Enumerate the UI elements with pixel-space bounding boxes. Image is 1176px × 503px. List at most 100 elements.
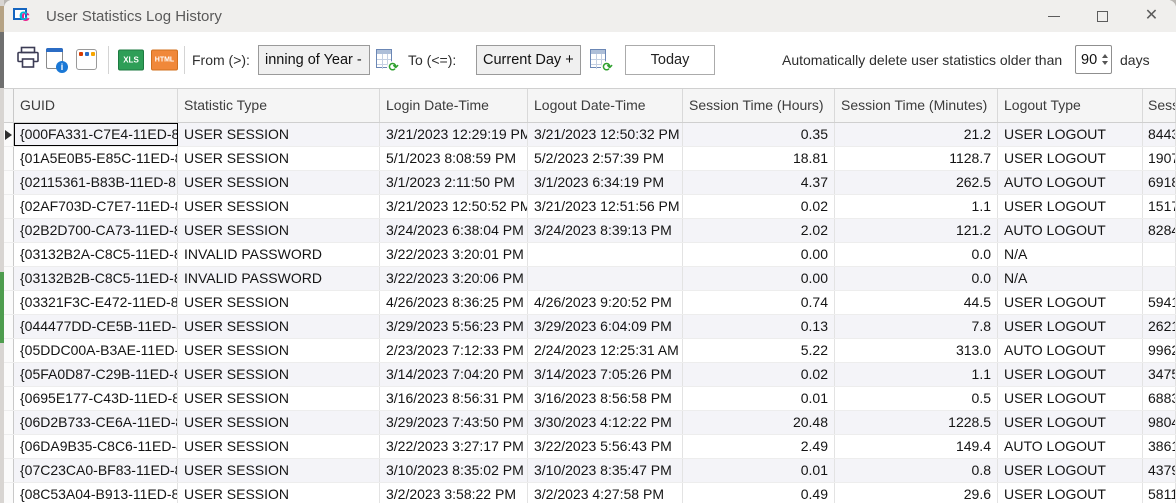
table-row[interactable]: {03321F3C-E472-11ED-8USER SESSION4/26/20…: [4, 291, 1176, 315]
cell-login[interactable]: 3/29/2023 5:56:23 PM: [380, 315, 528, 338]
column-header-hours[interactable]: Session Time (Hours): [683, 89, 835, 122]
minimize-button[interactable]: [1029, 0, 1078, 32]
cell-login[interactable]: 2/23/2023 7:12:33 PM: [380, 339, 528, 362]
cell-logout[interactable]: 3/1/2023 6:34:19 PM: [528, 171, 683, 194]
cell-logout_type[interactable]: USER LOGOUT: [998, 147, 1143, 170]
column-header-logout_type[interactable]: Logout Type: [998, 89, 1143, 122]
cell-logout_type[interactable]: USER LOGOUT: [998, 363, 1143, 386]
cell-login[interactable]: 4/26/2023 8:36:25 PM: [380, 291, 528, 314]
cell-logout[interactable]: 3/30/2023 4:12:22 PM: [528, 411, 683, 434]
cell-statistic_type[interactable]: USER SESSION: [178, 483, 380, 503]
cell-guid[interactable]: {02115361-B83B-11ED-8: [14, 171, 178, 194]
table-row[interactable]: {07C23CA0-BF83-11ED-8USER SESSION3/10/20…: [4, 459, 1176, 483]
cell-login[interactable]: 3/10/2023 8:35:02 PM: [380, 459, 528, 482]
cell-minutes[interactable]: 0.0: [835, 243, 998, 266]
cell-logout_type[interactable]: AUTO LOGOUT: [998, 171, 1143, 194]
cell-minutes[interactable]: 1228.5: [835, 411, 998, 434]
cell-sess[interactable]: 9804: [1143, 411, 1176, 434]
row-indicator[interactable]: [4, 195, 14, 218]
cell-logout_type[interactable]: AUTO LOGOUT: [998, 339, 1143, 362]
cell-login[interactable]: 3/21/2023 12:50:52 PM: [380, 195, 528, 218]
cell-logout[interactable]: 3/16/2023 8:56:58 PM: [528, 387, 683, 410]
cell-hours[interactable]: 0.00: [683, 243, 835, 266]
cell-hours[interactable]: 2.49: [683, 435, 835, 458]
cell-sess[interactable]: 5941: [1143, 291, 1176, 314]
table-row[interactable]: {02B2D700-CA73-11ED-8USER SESSION3/24/20…: [4, 219, 1176, 243]
export-xls-button[interactable]: XLS: [118, 50, 144, 71]
cell-sess[interactable]: 3475: [1143, 363, 1176, 386]
cell-logout[interactable]: 3/10/2023 8:35:47 PM: [528, 459, 683, 482]
print-button[interactable]: [16, 47, 40, 74]
cell-logout[interactable]: 3/22/2023 5:56:43 PM: [528, 435, 683, 458]
cell-hours[interactable]: 0.02: [683, 195, 835, 218]
cell-login[interactable]: 3/14/2023 7:04:20 PM: [380, 363, 528, 386]
cell-statistic_type[interactable]: USER SESSION: [178, 171, 380, 194]
cell-logout[interactable]: [528, 243, 683, 266]
cell-login[interactable]: 5/1/2023 8:08:59 PM: [380, 147, 528, 170]
cell-sess[interactable]: 1517: [1143, 195, 1176, 218]
cell-minutes[interactable]: 0.8: [835, 459, 998, 482]
cell-minutes[interactable]: 262.5: [835, 171, 998, 194]
cell-statistic_type[interactable]: USER SESSION: [178, 219, 380, 242]
cell-guid[interactable]: {05DDC00A-B3AE-11ED-8: [14, 339, 178, 362]
cell-guid[interactable]: {03132B2A-C8C5-11ED-8: [14, 243, 178, 266]
row-indicator[interactable]: [4, 411, 14, 434]
cell-logout_type[interactable]: AUTO LOGOUT: [998, 219, 1143, 242]
cell-login[interactable]: 3/2/2023 3:58:22 PM: [380, 483, 528, 503]
table-row[interactable]: {000FA331-C7E4-11ED-8USER SESSION3/21/20…: [4, 123, 1176, 147]
row-indicator[interactable]: [4, 459, 14, 482]
maximize-button[interactable]: [1078, 0, 1127, 32]
cell-logout_type[interactable]: USER LOGOUT: [998, 123, 1143, 146]
row-indicator[interactable]: [4, 123, 14, 146]
cell-logout_type[interactable]: USER LOGOUT: [998, 315, 1143, 338]
cell-logout[interactable]: 3/21/2023 12:50:32 PM: [528, 123, 683, 146]
export-html-button[interactable]: HTML: [151, 50, 178, 71]
table-row[interactable]: {0695E177-C43D-11ED-8USER SESSION3/16/20…: [4, 387, 1176, 411]
cell-logout_type[interactable]: USER LOGOUT: [998, 459, 1143, 482]
cell-hours[interactable]: 0.00: [683, 267, 835, 290]
column-header-guid[interactable]: GUID: [14, 89, 178, 122]
cell-minutes[interactable]: 0.5: [835, 387, 998, 410]
table-row[interactable]: {044477DD-CE5B-11ED-8USER SESSION3/29/20…: [4, 315, 1176, 339]
table-row[interactable]: {06D2B733-CE6A-11ED-8USER SESSION3/29/20…: [4, 411, 1176, 435]
cell-logout[interactable]: 3/24/2023 8:39:13 PM: [528, 219, 683, 242]
cell-logout_type[interactable]: USER LOGOUT: [998, 483, 1143, 503]
cell-login[interactable]: 3/29/2023 7:43:50 PM: [380, 411, 528, 434]
row-indicator[interactable]: [4, 219, 14, 242]
cell-logout_type[interactable]: AUTO LOGOUT: [998, 435, 1143, 458]
cell-logout[interactable]: 3/14/2023 7:05:26 PM: [528, 363, 683, 386]
cell-logout_type[interactable]: USER LOGOUT: [998, 291, 1143, 314]
close-button[interactable]: ✕: [1127, 0, 1176, 32]
cell-minutes[interactable]: 21.2: [835, 123, 998, 146]
cell-hours[interactable]: 0.74: [683, 291, 835, 314]
cell-logout[interactable]: 2/24/2023 12:25:31 AM: [528, 339, 683, 362]
print-preview-button[interactable]: i: [46, 48, 66, 72]
cell-minutes[interactable]: 44.5: [835, 291, 998, 314]
cell-sess[interactable]: [1143, 267, 1176, 290]
cell-logout[interactable]: 4/26/2023 9:20:52 PM: [528, 291, 683, 314]
table-row[interactable]: {01A5E0B5-E85C-11ED-8USER SESSION5/1/202…: [4, 147, 1176, 171]
cell-logout_type[interactable]: N/A: [998, 243, 1143, 266]
cell-hours[interactable]: 0.35: [683, 123, 835, 146]
cell-statistic_type[interactable]: INVALID PASSWORD: [178, 267, 380, 290]
from-date-input[interactable]: [258, 45, 370, 75]
cell-hours[interactable]: 18.81: [683, 147, 835, 170]
cell-statistic_type[interactable]: INVALID PASSWORD: [178, 243, 380, 266]
cell-sess[interactable]: 6883: [1143, 387, 1176, 410]
cell-logout_type[interactable]: USER LOGOUT: [998, 387, 1143, 410]
cell-logout_type[interactable]: N/A: [998, 267, 1143, 290]
cell-guid[interactable]: {06D2B733-CE6A-11ED-8: [14, 411, 178, 434]
cell-minutes[interactable]: 7.8: [835, 315, 998, 338]
autodelete-days-spinner[interactable]: 90: [1075, 45, 1112, 74]
column-header-minutes[interactable]: Session Time (Minutes): [835, 89, 998, 122]
cell-hours[interactable]: 0.01: [683, 387, 835, 410]
cell-login[interactable]: 3/21/2023 12:29:19 PM: [380, 123, 528, 146]
cell-statistic_type[interactable]: USER SESSION: [178, 363, 380, 386]
cell-minutes[interactable]: 1.1: [835, 195, 998, 218]
row-indicator[interactable]: [4, 483, 14, 503]
cell-hours[interactable]: 4.37: [683, 171, 835, 194]
row-indicator[interactable]: [4, 387, 14, 410]
row-indicator[interactable]: [4, 339, 14, 362]
cell-statistic_type[interactable]: USER SESSION: [178, 411, 380, 434]
row-indicator[interactable]: [4, 291, 14, 314]
